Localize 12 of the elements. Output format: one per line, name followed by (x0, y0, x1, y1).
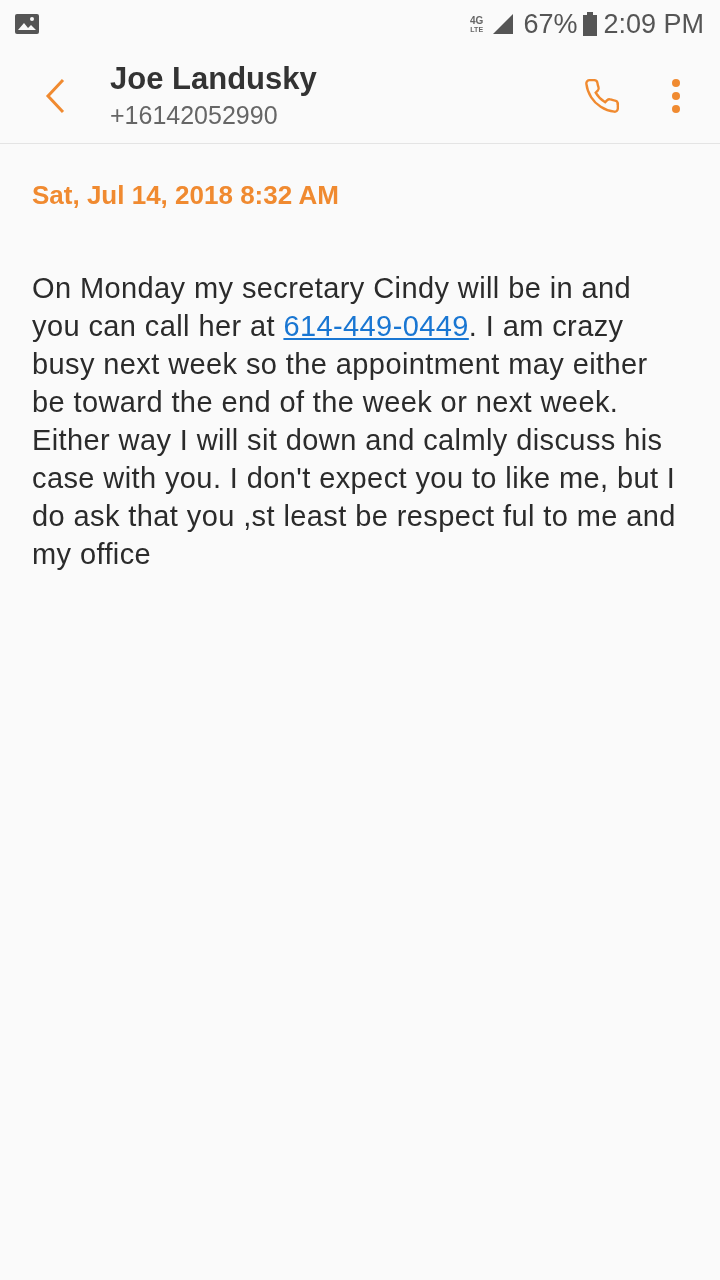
phone-icon (583, 76, 621, 115)
picture-icon (14, 13, 40, 35)
phone-link[interactable]: 614-449-0449 (283, 310, 469, 342)
clock-time: 2:09 PM (603, 8, 704, 40)
contact-name: Joe Landusky (110, 61, 318, 97)
message-date: Sat, Jul 14, 2018 8:32 AM (32, 180, 340, 211)
battery-percentage: 67% (523, 8, 578, 40)
message-text: On Monday my secretary Cindy will be in and you can call her at 614-449-0449. I am crazy busy next week so the appointment may either be toward the end of the week or next week. Either way I will sit down and calmly discuss his case with you. I don't expect you to like me, but I do ask that you ,st least be respect ful to me and my office (32, 271, 677, 572)
battery-icon (583, 12, 598, 36)
signal-icon (491, 12, 516, 36)
more-options-icon (671, 78, 681, 113)
contact-number: +16142052990 (110, 101, 279, 130)
